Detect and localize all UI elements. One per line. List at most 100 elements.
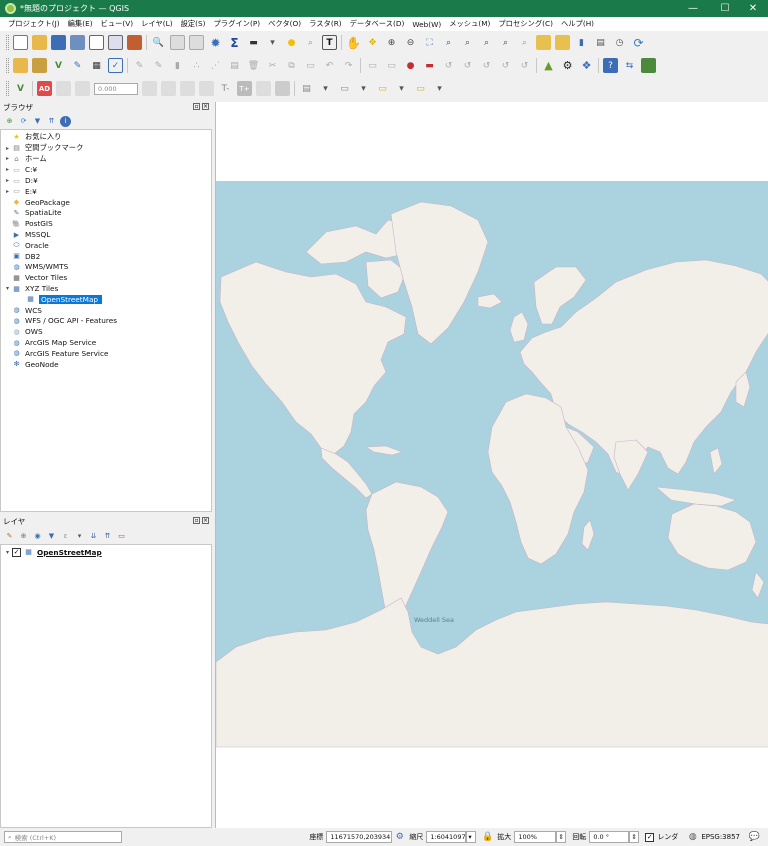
rotation-field[interactable]: 0.0 ° <box>589 831 630 843</box>
search-disabled-icon[interactable]: ⌕ <box>303 35 318 50</box>
properties-info-icon[interactable]: i <box>60 115 71 127</box>
browser-item[interactable]: ▣ DB2 <box>3 251 40 262</box>
expand-arrow-icon[interactable]: ▾ <box>3 549 12 556</box>
filter-browser-icon[interactable]: ▼ <box>32 116 43 127</box>
add-vector-layer-icon[interactable]: V <box>51 58 66 73</box>
label-pin-icon[interactable]: ▬ <box>422 58 437 73</box>
menu-view[interactable]: ビュー(V) <box>97 19 138 29</box>
menu-web[interactable]: Web(W) <box>408 20 445 29</box>
browser-refresh-icon[interactable]: ⟳ <box>18 116 29 127</box>
settings-gear-icon[interactable]: ✹ <box>208 35 223 50</box>
zoom-to-layer-icon[interactable]: ⌕ <box>460 35 475 50</box>
label-tool-icon[interactable]: ● <box>403 58 418 73</box>
select-value-dropdown-icon[interactable]: ▾ <box>432 81 447 96</box>
python-console-icon[interactable]: ❖ <box>579 58 594 73</box>
select-dropdown-icon[interactable]: ▾ <box>318 81 333 96</box>
new-bookmark-icon[interactable]: ▮ <box>574 35 589 50</box>
browser-item[interactable]: ▶ MSSQL <box>3 229 51 240</box>
select-by-value-icon[interactable]: ▭ <box>413 81 428 96</box>
zoom-full-icon[interactable]: ⛶ <box>422 35 437 50</box>
add-selected-layers-icon[interactable]: ⊕ <box>4 116 15 127</box>
browser-item[interactable]: ▸ ▤ 空間ブックマーク <box>3 143 83 154</box>
field-calculator-icon[interactable] <box>189 35 204 50</box>
manage-map-themes-icon[interactable]: ◉ <box>32 531 43 542</box>
save-edits-icon[interactable]: ▮ <box>170 58 185 73</box>
map-tips-icon[interactable]: ● <box>284 35 299 50</box>
data-source-manager-icon[interactable] <box>13 58 28 73</box>
menu-settings[interactable]: 設定(S) <box>177 19 210 29</box>
close-button[interactable]: ✕ <box>738 0 768 17</box>
digitize-tool-icon[interactable]: ▭ <box>365 58 380 73</box>
add-virtual-layer-icon[interactable]: ▦ <box>89 58 104 73</box>
browser-item[interactable]: ▸ ▭ C:¥ <box>3 164 37 175</box>
magnifier-field[interactable]: 100% <box>514 831 557 843</box>
locator-search-input[interactable]: ⌕ 検索 (Ctrl+K) <box>4 831 122 843</box>
menu-project[interactable]: プロジェクト(J) <box>4 19 64 29</box>
menu-processing[interactable]: プロセシング(C) <box>494 19 557 29</box>
browser-item[interactable]: ▸ ▭ D:¥ <box>3 175 38 186</box>
layer-labeling-icon[interactable]: AD <box>37 81 52 96</box>
new-print-layout-icon[interactable] <box>89 35 104 50</box>
expression-dropdown-icon[interactable]: ▾ <box>394 81 409 96</box>
refresh-icon[interactable]: ⟳ <box>631 35 646 50</box>
zoom-next-icon[interactable]: ⌕ <box>517 35 532 50</box>
copy-features-icon[interactable]: ⧉ <box>284 58 299 73</box>
text-annotation-icon[interactable]: T <box>322 35 337 50</box>
undo-icon[interactable]: ↶ <box>322 58 337 73</box>
temporal-clock-icon[interactable]: ◷ <box>612 35 627 50</box>
vertex-tool-icon[interactable]: ⋰ <box>208 58 223 73</box>
metasearch-icon[interactable]: ⇆ <box>622 58 637 73</box>
lock-scale-icon[interactable]: 🔒 <box>482 832 493 843</box>
advanced-digitize-icon[interactable]: ↺ <box>517 58 532 73</box>
help-icon[interactable]: ? <box>603 58 618 73</box>
rotation-spinner-icon[interactable]: ⇕ <box>629 831 640 843</box>
zoom-last-icon[interactable]: ⌕ <box>498 35 513 50</box>
digitize-with-segment-icon[interactable]: V <box>13 81 28 96</box>
float-panel-icon[interactable]: ▫ <box>193 103 200 110</box>
processing-toolbox-icon[interactable]: ▲ <box>541 58 556 73</box>
expand-arrow-icon[interactable]: ▸ <box>3 188 12 195</box>
new-map-view-icon[interactable] <box>536 35 551 50</box>
pan-hand-icon[interactable]: ✋ <box>346 35 361 50</box>
browser-item[interactable]: ▦ Vector Tiles <box>3 272 67 283</box>
advanced-digitize-icon[interactable]: ↺ <box>498 58 513 73</box>
menu-vector[interactable]: ベクタ(O) <box>264 19 305 29</box>
zoom-to-selection-icon[interactable]: ⌕ <box>441 35 456 50</box>
browser-item[interactable]: ▦ OpenStreetMap <box>17 294 103 305</box>
remove-layer-icon[interactable]: ▭ <box>116 531 127 542</box>
show-bookmarks-icon[interactable]: ▤ <box>593 35 608 50</box>
label-style-icon[interactable] <box>275 81 290 96</box>
pan-to-selection-icon[interactable]: ✥ <box>365 35 380 50</box>
filter-legend-icon[interactable]: ▼ <box>46 531 57 542</box>
minimize-button[interactable]: — <box>678 0 708 17</box>
decrease-font-icon[interactable]: T- <box>218 81 233 96</box>
attribute-table-icon[interactable] <box>170 35 185 50</box>
new-geopackage-icon[interactable] <box>32 58 47 73</box>
current-edits-icon[interactable]: ✎ <box>132 58 147 73</box>
redo-icon[interactable]: ↷ <box>341 58 356 73</box>
coordinate-field[interactable]: 11671570,20393415 <box>326 831 393 843</box>
browser-item[interactable]: ▸ ▭ E:¥ <box>3 186 37 197</box>
expand-all-icon[interactable]: ⇊ <box>88 531 99 542</box>
expand-arrow-icon[interactable]: ▸ <box>3 155 12 162</box>
identify-disabled-icon[interactable]: 🔍 <box>151 35 166 50</box>
open-project-icon[interactable] <box>32 35 47 50</box>
zoom-native-icon[interactable]: ⌕ <box>479 35 494 50</box>
browser-item[interactable]: ◍ WCS <box>3 305 42 316</box>
modify-attributes-icon[interactable]: ▤ <box>227 58 242 73</box>
menu-database[interactable]: データベース(D) <box>346 19 409 29</box>
advanced-digitize-icon[interactable]: ↺ <box>441 58 456 73</box>
measure-icon[interactable]: ▬ <box>246 35 261 50</box>
browser-item[interactable]: ▸ ⌂ ホーム <box>3 154 47 165</box>
collapse-all-icon[interactable]: ⇈ <box>102 531 113 542</box>
select-features-icon[interactable]: ▤ <box>299 81 314 96</box>
browser-item[interactable]: ★ お気に入り <box>3 132 61 143</box>
browser-item[interactable]: ✻ GeoNode <box>3 359 59 370</box>
browser-item[interactable]: ✎ SpatiaLite <box>3 208 62 219</box>
scale-dropdown-icon[interactable]: ▾ <box>466 831 477 843</box>
menu-edit[interactable]: 編集(E) <box>64 19 97 29</box>
maximize-button[interactable]: ☐ <box>710 0 740 17</box>
label-style-icon[interactable] <box>56 81 71 96</box>
browser-item[interactable]: ⬭ Oracle <box>3 240 49 251</box>
filter-dropdown-icon[interactable]: ▾ <box>74 531 85 542</box>
